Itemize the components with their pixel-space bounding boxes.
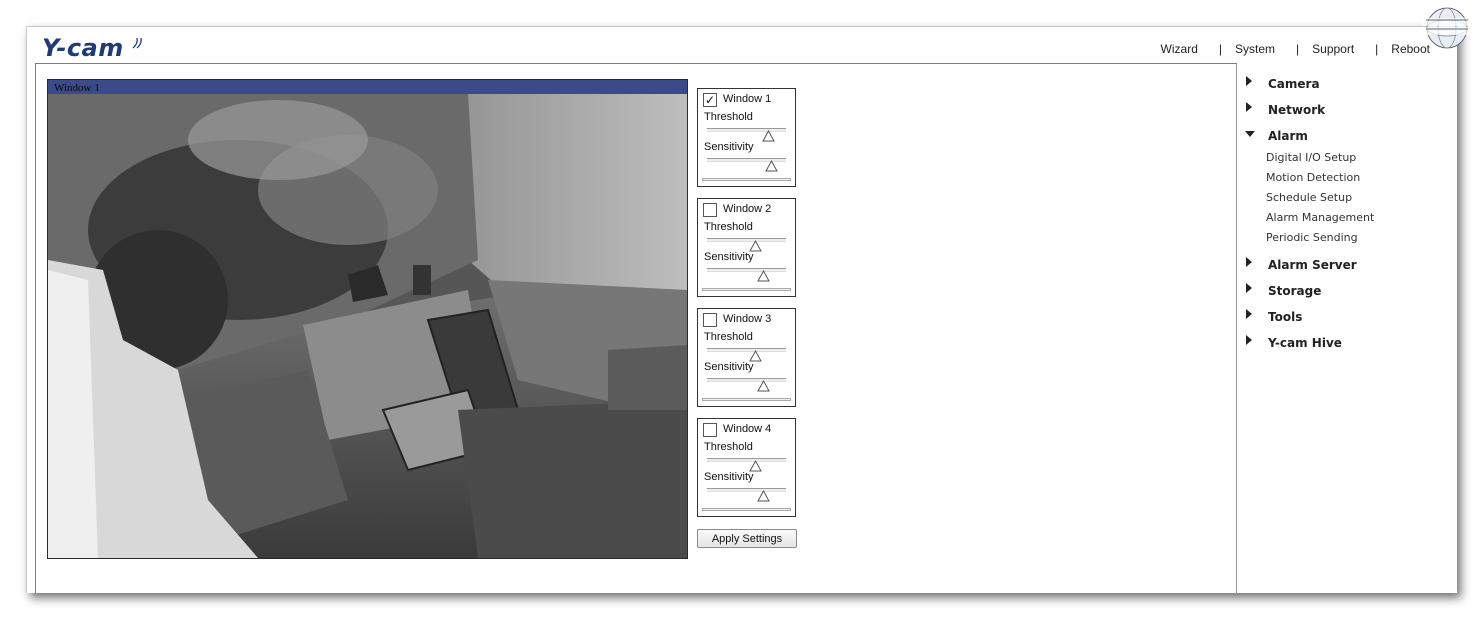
threshold-label: Threshold: [704, 441, 753, 453]
sensitivity-label: Sensitivity: [704, 251, 754, 263]
window-label: Window 2: [723, 203, 772, 215]
sidebar-item-storage[interactable]: Storage: [1243, 281, 1443, 307]
panel-scrollbar: [702, 178, 791, 181]
motion-window-panel: ✓ Window 1 Threshold Sensitivity: [697, 88, 796, 187]
sidebar-item-ycam-hive[interactable]: Y-cam Hive: [1243, 333, 1443, 359]
slider-thumb-icon[interactable]: [762, 130, 775, 142]
nav-support[interactable]: Support: [1312, 42, 1354, 56]
window-enable-checkbox[interactable]: [703, 313, 717, 327]
sidebar-item-label: Alarm Server: [1268, 258, 1357, 272]
nav-system[interactable]: System: [1235, 42, 1275, 56]
window-label: Window 1: [723, 93, 772, 105]
threshold-slider[interactable]: [707, 348, 786, 352]
triangle-right-icon: [1246, 335, 1252, 345]
sensitivity-label: Sensitivity: [704, 361, 754, 373]
window-label: Window 4: [723, 423, 772, 435]
window-enable-checkbox[interactable]: ✓: [703, 93, 717, 107]
sidebar-item-label: Camera: [1268, 77, 1320, 91]
sidebar-item-alarm-server[interactable]: Alarm Server: [1243, 255, 1443, 281]
sensitivity-label: Sensitivity: [704, 471, 754, 483]
slider-thumb-icon[interactable]: [757, 490, 770, 502]
sidebar-item-label: Network: [1268, 103, 1326, 117]
triangle-right-icon: [1246, 257, 1252, 267]
slider-thumb-icon[interactable]: [757, 380, 770, 392]
motion-window-panel: Window 2 Threshold Sensitivity: [697, 198, 796, 297]
threshold-label: Threshold: [704, 221, 753, 233]
nav-separator: |: [1375, 42, 1379, 56]
slider-thumb-icon[interactable]: [757, 270, 770, 282]
triangle-right-icon: [1246, 283, 1252, 293]
nav-separator: |: [1218, 42, 1222, 56]
window-label: Window 3: [723, 313, 772, 325]
sidebar-item-network[interactable]: Network: [1243, 100, 1443, 126]
triangle-right-icon: [1246, 76, 1252, 86]
sensitivity-slider[interactable]: [707, 268, 786, 272]
ycam-logo: Y-cam: [42, 34, 124, 62]
submenu-item-periodic-sending[interactable]: Periodic Sending: [1266, 229, 1443, 249]
triangle-right-icon: [1246, 309, 1252, 319]
video-window-title: Window 1: [48, 80, 687, 94]
sidebar-item-alarm[interactable]: Alarm: [1243, 126, 1443, 152]
sensitivity-slider[interactable]: [707, 378, 786, 382]
sidebar-item-camera[interactable]: Camera: [1243, 74, 1443, 100]
top-navigation: Wizard | System | Support | Reboot: [1161, 42, 1430, 56]
sidebar-item-label: Tools: [1268, 310, 1303, 324]
submenu-item-digital-io-setup[interactable]: Digital I/O Setup: [1266, 149, 1443, 169]
submenu-item-schedule-setup[interactable]: Schedule Setup: [1266, 189, 1443, 209]
alarm-submenu: Digital I/O Setup Motion Detection Sched…: [1243, 149, 1443, 249]
submenu-item-motion-detection[interactable]: Motion Detection: [1266, 169, 1443, 189]
nav-separator: |: [1296, 42, 1300, 56]
nav-wizard[interactable]: Wizard: [1161, 42, 1198, 56]
motion-window-panel: Window 3 Threshold Sensitivity: [697, 308, 796, 407]
threshold-slider[interactable]: [707, 238, 786, 242]
sensitivity-slider[interactable]: [707, 488, 786, 492]
submenu-item-alarm-management[interactable]: Alarm Management: [1266, 209, 1443, 229]
panel-scrollbar: [702, 398, 791, 401]
night-vision-scene: [48, 80, 687, 558]
sidebar-menu: Camera Network Alarm Digital I/O Setup M…: [1243, 74, 1443, 359]
sidebar-item-label: Alarm: [1268, 129, 1308, 143]
sidebar-item-label: Storage: [1268, 284, 1322, 298]
threshold-label: Threshold: [704, 111, 753, 123]
window-enable-checkbox[interactable]: [703, 203, 717, 217]
window-enable-checkbox[interactable]: [703, 423, 717, 437]
slider-thumb-icon[interactable]: [765, 160, 778, 172]
triangle-down-icon: [1245, 131, 1255, 137]
planet-sanseil-globe-icon: [1422, 7, 1472, 49]
sidebar-item-label: Y-cam Hive: [1268, 336, 1342, 350]
apply-settings-button[interactable]: Apply Settings: [697, 529, 797, 548]
panel-scrollbar: [702, 288, 791, 291]
camera-video-feed[interactable]: Window 1: [47, 79, 688, 559]
motion-window-panel: Window 4 Threshold Sensitivity: [697, 418, 796, 517]
panel-scrollbar: [702, 508, 791, 511]
threshold-label: Threshold: [704, 331, 753, 343]
sidebar-item-tools[interactable]: Tools: [1243, 307, 1443, 333]
logo-signal-waves-icon: [132, 37, 142, 49]
threshold-slider[interactable]: [707, 458, 786, 462]
sensitivity-label: Sensitivity: [704, 141, 754, 153]
triangle-right-icon: [1246, 102, 1252, 112]
